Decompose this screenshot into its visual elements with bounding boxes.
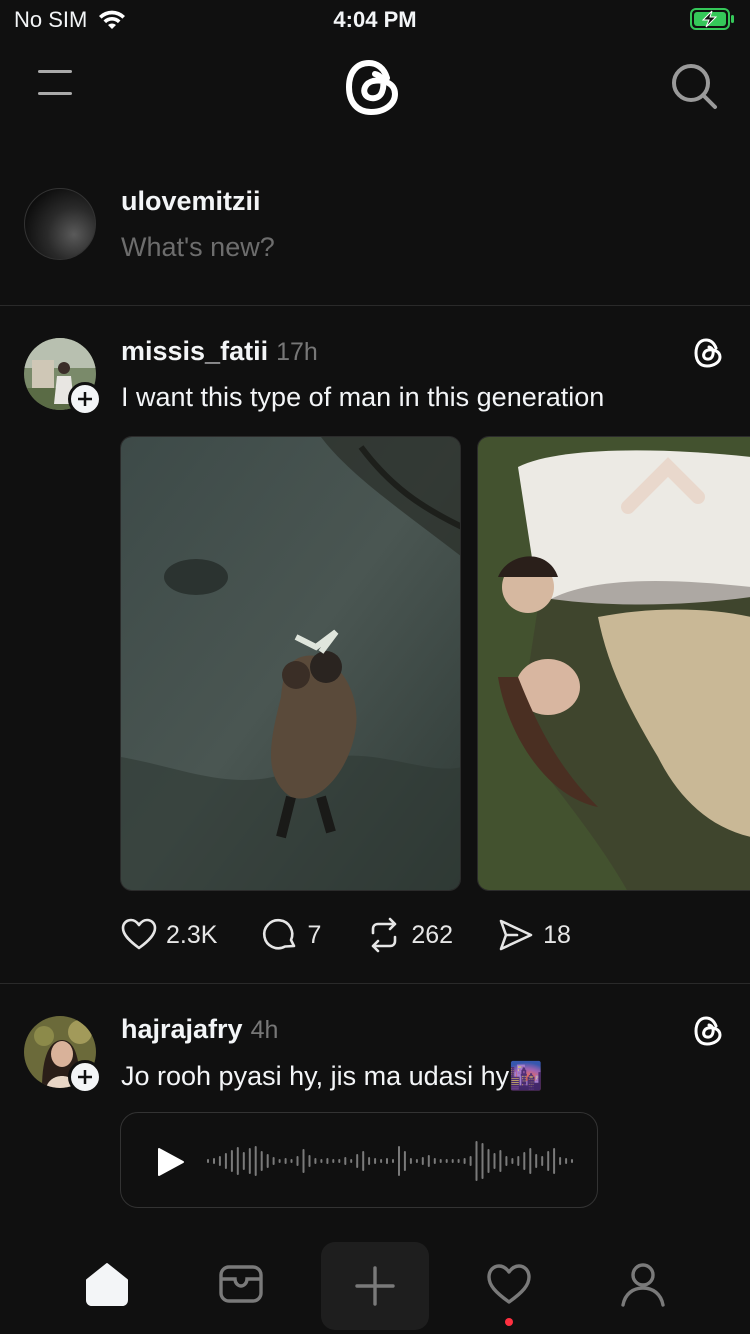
tab-activity[interactable] xyxy=(455,1240,563,1328)
like-button[interactable]: 2.3K xyxy=(120,916,217,954)
follow-button[interactable] xyxy=(68,382,102,416)
post-username[interactable]: hajrajafry xyxy=(121,1014,243,1045)
post-header: missis_fatii 17h xyxy=(121,336,318,367)
repost-button[interactable]: 262 xyxy=(365,916,453,954)
post-text: Jo rooh pyasi hy, jis ma udasi hy🌆 xyxy=(121,1060,543,1092)
comment-icon xyxy=(263,918,296,950)
plus-icon xyxy=(78,392,92,406)
repost-count: 262 xyxy=(411,920,454,949)
post-text: I want this type of man in this generati… xyxy=(121,382,605,412)
play-icon[interactable] xyxy=(155,1147,185,1177)
repost-icon xyxy=(372,917,397,953)
avatar[interactable] xyxy=(24,188,96,260)
post-missis-fatii: missis_fatii 17h I want this type of man… xyxy=(0,336,750,984)
follow-button[interactable] xyxy=(68,1060,102,1094)
post-username[interactable]: missis_fatii xyxy=(121,336,268,367)
activity-icon xyxy=(487,1264,531,1304)
tab-home[interactable] xyxy=(53,1240,161,1328)
post-hajrajafry: hajrajafry 4h Jo rooh pyasi hy, jis ma u… xyxy=(0,1014,750,1224)
post-image[interactable] xyxy=(477,436,750,891)
profile-icon xyxy=(621,1263,665,1307)
composer-input[interactable]: What's new? xyxy=(121,232,275,263)
post-time: 4h xyxy=(250,1016,279,1044)
share-button[interactable]: 18 xyxy=(497,916,571,954)
divider xyxy=(0,983,750,984)
notification-dot xyxy=(505,1318,513,1326)
search-icon[interactable] xyxy=(668,60,720,112)
heart-icon xyxy=(121,918,157,950)
tab-bar xyxy=(0,1240,750,1334)
post-header: hajrajafry 4h xyxy=(121,1014,278,1045)
post-text-body: Jo rooh pyasi hy, jis ma udasi hy xyxy=(121,1061,510,1091)
status-bar: No SIM 4:04 PM xyxy=(0,0,750,40)
threads-icon[interactable] xyxy=(692,336,726,370)
post-image[interactable] xyxy=(120,436,461,891)
post-time: 17h xyxy=(276,338,318,366)
create-icon xyxy=(355,1266,395,1306)
post-actions: 2.3K 7 262 18 xyxy=(120,916,615,954)
tab-profile[interactable] xyxy=(589,1240,697,1328)
home-icon xyxy=(86,1263,128,1306)
post-emoji: 🌆 xyxy=(509,1061,543,1091)
menu-icon[interactable] xyxy=(36,68,76,98)
battery-charging-icon xyxy=(690,8,734,30)
threads-icon[interactable] xyxy=(692,1014,726,1048)
threads-logo-icon[interactable] xyxy=(343,54,407,120)
reply-count: 7 xyxy=(307,920,322,949)
clock: 4:04 PM xyxy=(333,7,417,32)
like-count: 2.3K xyxy=(166,920,218,949)
reply-button[interactable]: 7 xyxy=(261,916,321,954)
avatar-container xyxy=(24,338,102,416)
waveform[interactable] xyxy=(207,1133,577,1189)
share-count: 18 xyxy=(543,920,571,949)
tab-inbox[interactable] xyxy=(187,1240,295,1328)
top-nav xyxy=(0,48,750,128)
send-icon xyxy=(499,919,533,951)
media-carousel[interactable] xyxy=(0,436,750,891)
composer-username: ulovemitzii xyxy=(121,186,261,216)
voice-note-player[interactable] xyxy=(120,1112,598,1208)
post-composer[interactable]: ulovemitzii What's new? xyxy=(0,180,750,306)
avatar-container xyxy=(24,1016,102,1094)
plus-icon xyxy=(78,1070,92,1084)
tab-create[interactable] xyxy=(321,1242,429,1330)
inbox-icon xyxy=(219,1265,263,1303)
